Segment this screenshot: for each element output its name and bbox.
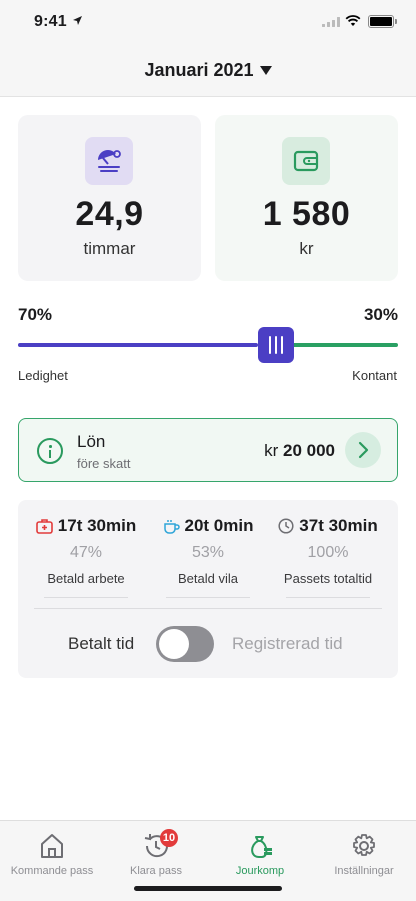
- stat-percent: 53%: [191, 544, 225, 561]
- time-stats-panel: 17t 30min 47% Betald arbete 20t 0min 53%…: [18, 500, 398, 678]
- stat-percent: 100%: [307, 544, 349, 561]
- clock-icon: [278, 518, 294, 534]
- chevron-right-icon: [358, 441, 369, 459]
- slider-track-right[interactable]: [292, 343, 398, 347]
- stat-paid-work: 17t 30min 47% Betald arbete: [26, 516, 146, 598]
- tab-completed-shifts[interactable]: 10 Klara pass: [104, 821, 208, 877]
- slider-label-right: Kontant: [352, 368, 397, 383]
- status-time: 9:41: [34, 13, 67, 30]
- cash-card: 1 580 kr: [215, 115, 398, 281]
- divider: [34, 608, 382, 609]
- first-aid-icon: [35, 518, 53, 534]
- cellular-signal-icon: [322, 17, 340, 27]
- stat-label: Passets totaltid: [283, 571, 373, 586]
- stat-value: 37t 30min: [299, 516, 378, 535]
- info-icon: [37, 438, 63, 464]
- money-bag-icon: [251, 836, 272, 858]
- slider-track-left[interactable]: [18, 343, 258, 347]
- salary-currency: kr: [264, 441, 279, 460]
- salary-value: 20 000: [283, 441, 335, 460]
- status-bar: 9:41: [0, 0, 416, 44]
- battery-icon: [368, 15, 397, 28]
- hours-card: 24,9 timmar: [18, 115, 201, 281]
- month-header: Januari 2021: [0, 44, 416, 97]
- cash-value: 1 580: [262, 195, 351, 233]
- toggle-label-registered: Registrerad tid: [232, 634, 343, 653]
- tab-upcoming-shifts[interactable]: Kommande pass: [0, 821, 104, 877]
- left-percent: 70%: [18, 305, 53, 324]
- home-icon: [41, 834, 63, 858]
- badge-count: 10: [160, 829, 178, 847]
- slider-label-left: Ledighet: [18, 368, 68, 383]
- stat-value: 17t 30min: [57, 516, 137, 535]
- tab-label: Jourkomp: [235, 865, 285, 877]
- beach-umbrella-icon: [85, 137, 133, 185]
- tab-label: Kommande pass: [10, 865, 94, 877]
- month-label: Januari 2021: [144, 60, 254, 80]
- stat-paid-rest: 20t 0min 53% Betald vila: [148, 516, 268, 598]
- tab-jourkomp[interactable]: Jourkomp: [208, 821, 312, 877]
- salary-title: Lön: [77, 432, 106, 451]
- gear-icon: [353, 834, 375, 856]
- stat-percent: 47%: [69, 544, 103, 561]
- tab-label: Inställningar: [334, 865, 394, 877]
- cash-unit: kr: [299, 239, 314, 258]
- toggle-label-paid: Betalt tid: [68, 634, 135, 653]
- month-picker[interactable]: Januari 2021: [144, 60, 272, 81]
- salary-amount: kr 20 000: [264, 441, 335, 461]
- stat-total: 37t 30min 100% Passets totaltid: [268, 516, 388, 598]
- caret-down-icon: [259, 66, 272, 75]
- stat-label: Betald arbete: [47, 571, 125, 586]
- home-indicator: [134, 886, 282, 891]
- stat-value: 20t 0min: [184, 516, 254, 535]
- location-arrow-icon: [73, 16, 82, 25]
- tab-settings[interactable]: Inställningar: [312, 821, 416, 877]
- tab-label: Klara pass: [130, 865, 182, 877]
- salary-subtitle: före skatt: [77, 456, 131, 471]
- stat-label: Betald vila: [178, 571, 238, 586]
- coffee-icon: [163, 519, 180, 534]
- hours-value: 24,9: [75, 195, 144, 233]
- salary-row[interactable]: Lön före skatt kr 20 000: [18, 418, 398, 482]
- wallet-icon: [282, 137, 330, 185]
- hours-unit: timmar: [83, 239, 136, 258]
- salary-open-button[interactable]: [345, 432, 381, 468]
- time-mode-toggle[interactable]: [156, 626, 214, 662]
- slider-thumb[interactable]: [258, 327, 294, 363]
- right-percent: 30%: [363, 305, 398, 324]
- wifi-icon: [345, 15, 361, 26]
